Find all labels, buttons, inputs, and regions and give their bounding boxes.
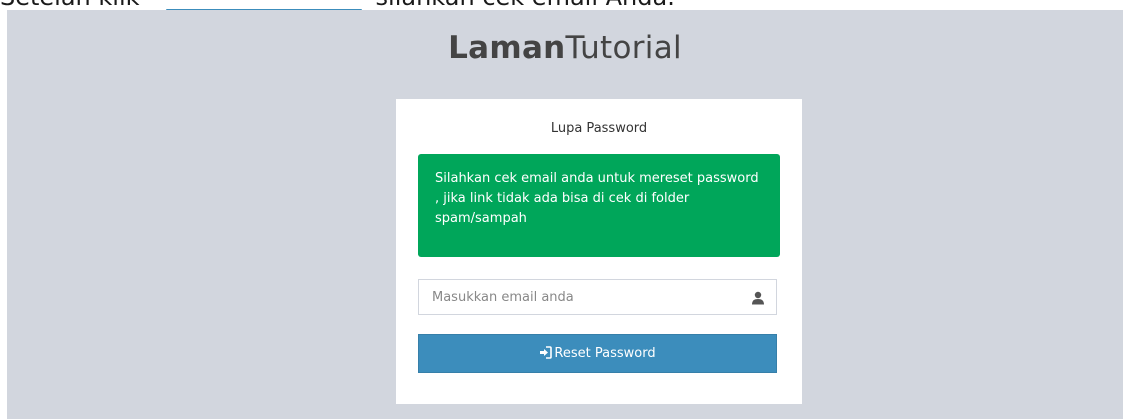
- sign-in-icon: [539, 337, 553, 359]
- reset-password-button[interactable]: Reset Password: [418, 334, 777, 373]
- forgot-password-box: Lupa Password Silahkan cek email anda un…: [396, 99, 802, 404]
- box-title: Lupa Password: [550, 121, 648, 136]
- site-logo[interactable]: LamanTutorial: [7, 30, 1123, 66]
- email-input[interactable]: [419, 280, 752, 314]
- user-icon: [751, 290, 765, 305]
- logo-light-text: Tutorial: [565, 30, 682, 66]
- reset-password-label: Reset Password: [554, 346, 656, 361]
- email-field-wrapper: [418, 279, 777, 315]
- success-alert: Silahkan cek email anda untuk mereset pa…: [418, 154, 780, 257]
- logo-bold-text: Laman: [448, 30, 566, 66]
- login-page: LamanTutorial Lupa Password Silahkan cek…: [7, 10, 1123, 419]
